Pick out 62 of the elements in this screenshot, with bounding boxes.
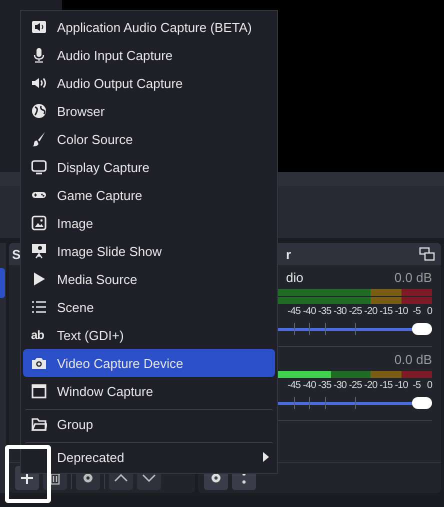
scale-label: 0	[426, 306, 432, 317]
list-icon	[31, 299, 47, 315]
scale-label: -5	[412, 380, 421, 391]
menu-item[interactable]: Group	[23, 410, 275, 438]
menu-item[interactable]: Audio Output Capture	[23, 69, 275, 97]
menu-item[interactable]: Window Capture	[23, 377, 275, 405]
play-icon	[31, 271, 47, 287]
scale-label: -40	[302, 306, 316, 317]
text-icon: ab	[31, 328, 44, 342]
speaker-icon	[31, 19, 47, 35]
scale-label: -45	[288, 380, 300, 391]
scale-label: -35	[318, 380, 332, 391]
easel-icon	[31, 243, 47, 259]
scale-label: -15	[380, 306, 392, 317]
scale-label: -15	[380, 380, 392, 391]
camera-icon	[31, 355, 47, 371]
menu-item[interactable]: Scene	[23, 293, 275, 321]
brush-icon	[31, 131, 47, 147]
undock-icon[interactable]	[419, 247, 435, 261]
scale-label: -25	[348, 306, 362, 317]
chevron-down-icon	[142, 473, 156, 483]
scale-label: -35	[318, 306, 332, 317]
plus-icon	[20, 471, 34, 485]
globe-icon	[31, 103, 47, 119]
speaker-icon	[31, 75, 47, 91]
menu-item[interactable]: Image Slide Show	[23, 237, 275, 265]
image-icon	[31, 215, 47, 231]
scale-label: -20	[364, 306, 378, 317]
scale-label: -20	[364, 380, 378, 391]
menu-item[interactable]: Deprecated	[23, 443, 275, 471]
menu-item[interactable]: Media Source	[23, 265, 275, 293]
window-icon	[31, 383, 47, 399]
menu-item[interactable]: Browser	[23, 97, 275, 125]
scale-label: -30	[334, 380, 346, 391]
scale-label: -45	[288, 306, 300, 317]
menu-item[interactable]: Game Capture	[23, 181, 275, 209]
highlight-frame	[5, 445, 51, 503]
menu-item[interactable]: Audio Input Capture	[23, 41, 275, 69]
menu-item[interactable]: Color Source	[23, 125, 275, 153]
menu-item[interactable]: Display Capture	[23, 153, 275, 181]
submenu-arrow-icon	[263, 452, 269, 462]
scale-label: -30	[334, 306, 346, 317]
scale-label: -5	[412, 306, 421, 317]
menu-item[interactable]: Image	[23, 209, 275, 237]
folder-icon	[31, 416, 47, 432]
trash-icon	[49, 471, 61, 485]
chevron-up-icon	[114, 473, 128, 483]
scale-label: 0	[426, 380, 432, 391]
menu-item[interactable]: Application Audio Capture (BETA)	[23, 13, 275, 41]
scale-label: -10	[394, 306, 408, 317]
panel-title: S	[12, 246, 21, 262]
scale-label: -40	[302, 380, 316, 391]
panel-title: r	[286, 246, 292, 262]
monitor-icon	[31, 159, 47, 175]
channel-name: dio	[286, 270, 304, 284]
volume-reading: 0.0 dB	[394, 352, 432, 366]
menu-item[interactable]: Video Capture Device	[23, 349, 275, 377]
scale-label: -10	[394, 380, 408, 391]
scale-label: -25	[348, 380, 362, 391]
menu-item[interactable]: ab Text (GDI+)	[23, 321, 275, 349]
volume-reading: 0.0 dB	[394, 270, 432, 284]
microphone-icon	[31, 47, 47, 63]
